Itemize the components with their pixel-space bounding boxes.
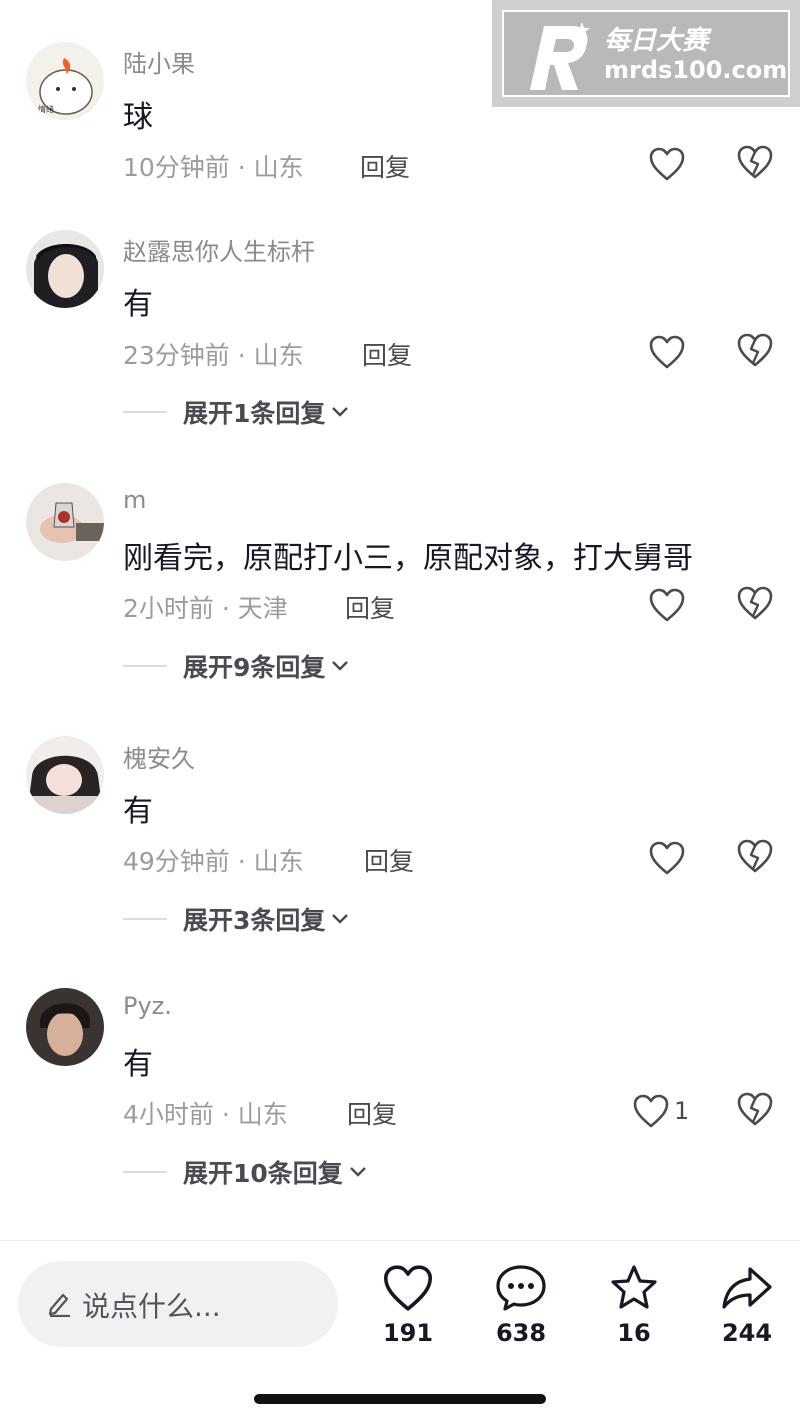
comment-text: 有 xyxy=(123,287,153,322)
heart-outline-icon xyxy=(649,588,685,622)
comment-username[interactable]: 赵露思你人生标杆 xyxy=(123,232,315,267)
heart-outline-icon xyxy=(649,147,685,181)
comment-text: 刚看完，原配打小三，原配对象，打大舅哥 xyxy=(123,541,693,576)
like-action[interactable]: 191 xyxy=(368,1263,448,1347)
dislike-button[interactable] xyxy=(736,585,776,625)
broken-heart-icon xyxy=(737,839,773,873)
expand-replies-button[interactable]: 展开1条回复 xyxy=(123,394,349,430)
r-logo-icon xyxy=(530,22,590,90)
comment-username[interactable]: 陆小果 xyxy=(123,44,195,79)
avatar[interactable]: 情绪 xyxy=(26,42,104,120)
expand-replies-label: 展开3条回复 xyxy=(183,906,326,935)
reply-button[interactable]: 回复 xyxy=(362,336,412,372)
dislike-button[interactable] xyxy=(736,838,776,878)
avatar[interactable] xyxy=(26,988,104,1066)
comment-username[interactable]: 槐安久 xyxy=(123,739,195,774)
broken-heart-icon xyxy=(737,1092,773,1126)
comment-text: 有 xyxy=(123,794,153,829)
comment-username[interactable]: Pyz. xyxy=(123,992,172,1020)
comment-input-placeholder: 说点什么... xyxy=(82,1290,221,1323)
comment-text: 球 xyxy=(123,100,153,135)
like-count: 1 xyxy=(674,1097,690,1125)
chevron-down-icon xyxy=(349,1167,366,1177)
dislike-button[interactable] xyxy=(736,144,776,184)
avatar[interactable] xyxy=(26,230,104,308)
dislike-button[interactable] xyxy=(736,1091,776,1131)
comment-count: 638 xyxy=(495,1319,547,1347)
favorite-count: 16 xyxy=(617,1319,651,1347)
expand-replies-button[interactable]: 展开10条回复 xyxy=(123,1154,367,1190)
broken-heart-icon xyxy=(737,333,773,367)
share-action[interactable]: 244 xyxy=(707,1263,787,1347)
like-button[interactable] xyxy=(648,585,688,625)
broken-heart-icon xyxy=(737,145,773,179)
reply-button[interactable]: 回复 xyxy=(345,589,395,625)
chevron-down-icon xyxy=(332,661,349,671)
home-indicator[interactable] xyxy=(254,1394,546,1404)
heart-outline-icon xyxy=(649,841,685,875)
divider-line xyxy=(123,918,167,920)
expand-replies-button[interactable]: 展开9条回复 xyxy=(123,648,349,684)
heart-outline-icon xyxy=(383,1265,433,1311)
reply-button[interactable]: 回复 xyxy=(364,842,414,878)
reply-button[interactable]: 回复 xyxy=(347,1095,397,1131)
like-button[interactable] xyxy=(648,838,688,878)
comment-input[interactable]: 说点什么... xyxy=(18,1261,338,1347)
expand-replies-label: 展开10条回复 xyxy=(183,1159,343,1188)
expand-replies-label: 展开1条回复 xyxy=(183,399,326,428)
avatar[interactable] xyxy=(26,736,104,814)
comment-text: 有 xyxy=(123,1047,153,1082)
favorite-action[interactable]: 16 xyxy=(594,1263,674,1347)
watermark-url: mrds100.com xyxy=(604,56,788,84)
star-outline-icon xyxy=(611,1265,657,1309)
like-button[interactable] xyxy=(632,1091,672,1131)
comment-meta: 10分钟前 · 山东 xyxy=(123,153,304,182)
chevron-down-icon xyxy=(332,407,349,417)
svg-text:情绪: 情绪 xyxy=(38,104,54,114)
chat-bubble-icon xyxy=(496,1265,546,1311)
divider-line xyxy=(123,1171,167,1173)
like-button[interactable] xyxy=(648,144,688,184)
expand-replies-button[interactable]: 展开3条回复 xyxy=(123,901,349,937)
divider-line xyxy=(123,411,167,413)
share-count: 244 xyxy=(721,1319,773,1347)
comment-meta: 2小时前 · 天津 xyxy=(123,594,288,623)
watermark-logo: 每日大赛 mrds100.com xyxy=(492,0,800,107)
comment-meta: 49分钟前 · 山东 xyxy=(123,847,304,876)
share-arrow-icon xyxy=(722,1267,772,1309)
chevron-down-icon xyxy=(332,914,349,924)
bottom-action-bar: 说点什么... 191 638 16 244 xyxy=(0,1240,800,1423)
like-count: 191 xyxy=(382,1319,434,1347)
dislike-button[interactable] xyxy=(736,332,776,372)
like-button[interactable] xyxy=(648,332,688,372)
avatar[interactable] xyxy=(26,483,104,561)
broken-heart-icon xyxy=(737,586,773,620)
comment-username[interactable]: m xyxy=(123,486,146,514)
comment-action[interactable]: 638 xyxy=(481,1263,561,1347)
expand-replies-label: 展开9条回复 xyxy=(183,653,326,682)
comment-meta: 4小时前 · 山东 xyxy=(123,1100,288,1129)
heart-outline-icon xyxy=(649,335,685,369)
divider-line xyxy=(123,665,167,667)
reply-button[interactable]: 回复 xyxy=(360,148,410,184)
heart-outline-icon xyxy=(633,1094,669,1128)
comment-meta: 23分钟前 · 山东 xyxy=(123,341,304,370)
watermark-brand: 每日大赛 xyxy=(604,26,709,56)
pencil-icon xyxy=(48,1293,70,1317)
